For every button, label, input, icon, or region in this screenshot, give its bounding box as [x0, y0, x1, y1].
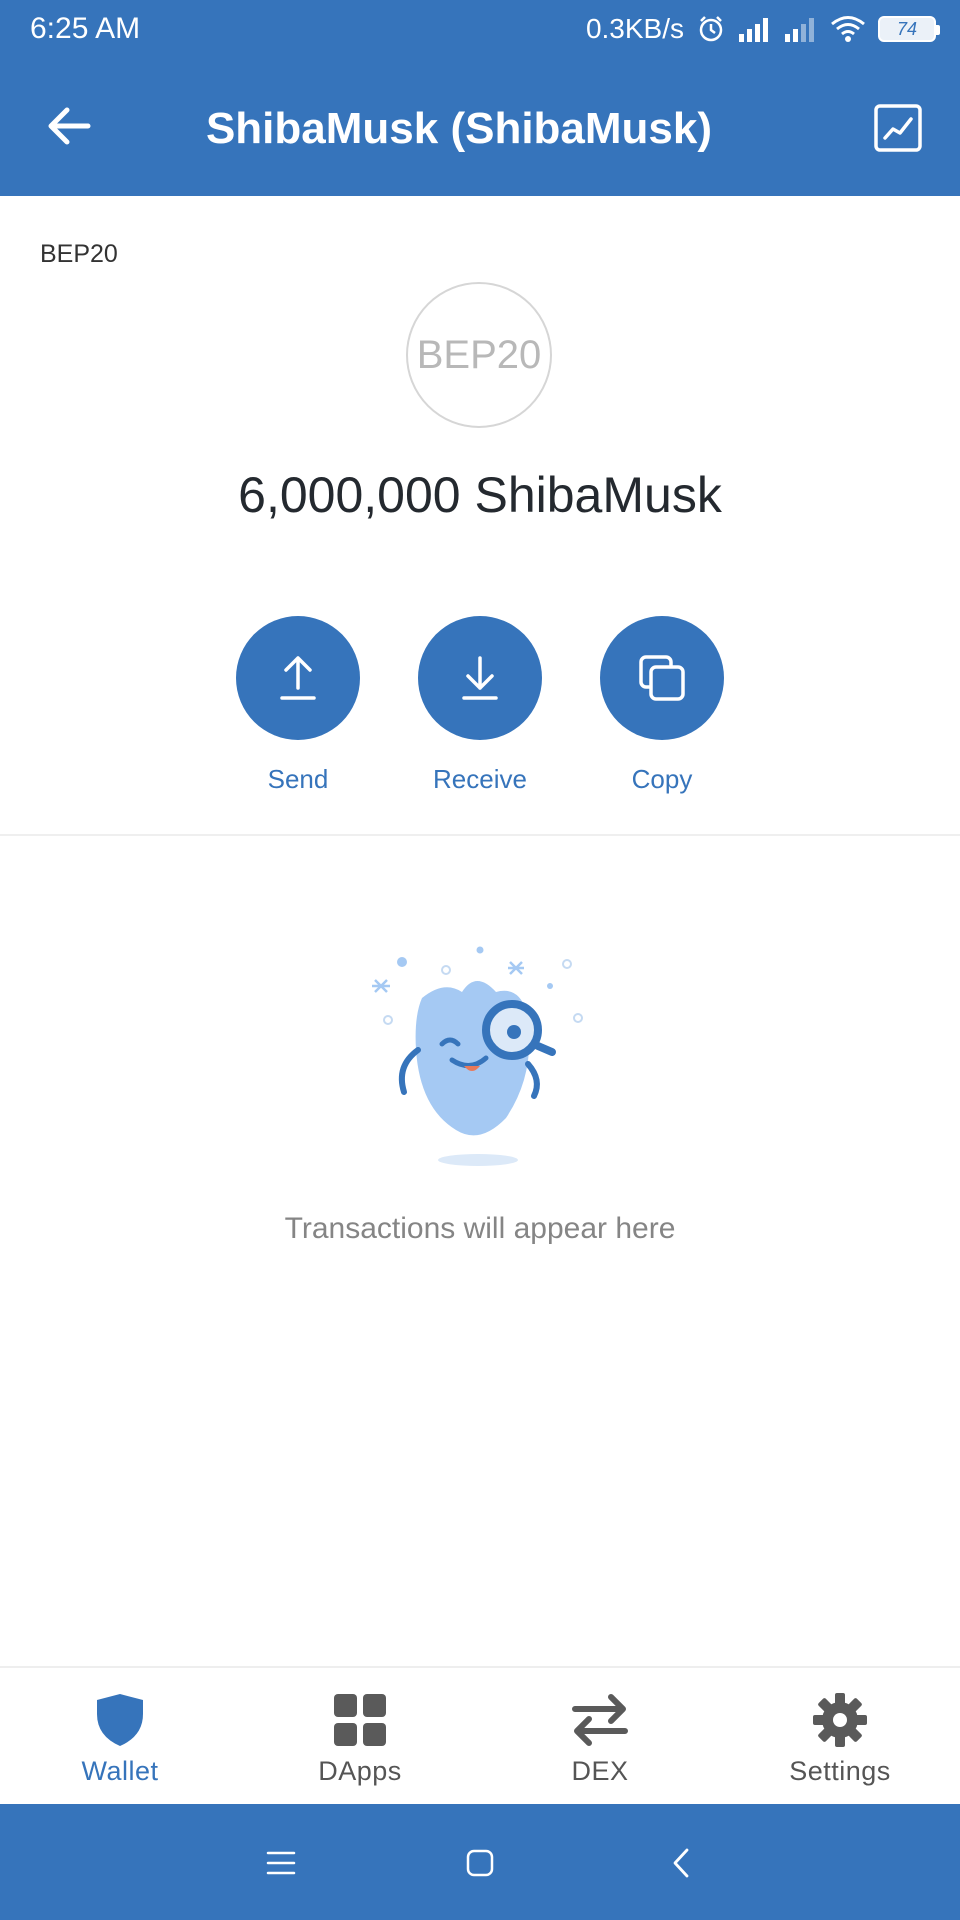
copy-button[interactable]: Copy: [582, 616, 742, 795]
system-nav-bar: [0, 1804, 960, 1920]
receive-button[interactable]: Receive: [400, 616, 560, 795]
status-indicators: 0.3KB/s 74: [585, 10, 940, 48]
signal-icon: [738, 16, 772, 42]
mascot-magnifier-illustration: [360, 940, 590, 1170]
copy-icon: [639, 655, 685, 701]
receive-circle[interactable]: [418, 616, 542, 740]
menu-button[interactable]: [256, 1838, 306, 1888]
gear-icon: [810, 1690, 870, 1750]
upload-icon: [280, 656, 316, 700]
bottom-nav: Wallet DApps DEX Settings: [0, 1666, 960, 1804]
section-divider: [0, 834, 960, 836]
nav-dapps-label: DApps: [318, 1756, 402, 1786]
alarm-icon: [696, 14, 726, 44]
network-speed: 0.3KB/s: [585, 13, 684, 44]
grid-icon: [330, 1690, 390, 1750]
nav-settings-label: Settings: [789, 1756, 891, 1786]
app-bar: ShibaMusk (ShibaMusk): [0, 58, 960, 196]
system-back-button[interactable]: [656, 1838, 706, 1888]
nav-wallet[interactable]: Wallet: [0, 1668, 240, 1806]
nav-dapps[interactable]: DApps: [240, 1668, 480, 1806]
token-logo: BEP20: [406, 282, 552, 428]
receive-label: Receive: [433, 764, 527, 794]
line-chart-icon: [874, 104, 922, 152]
home-button[interactable]: [455, 1838, 505, 1888]
status-time: 6:25 AM: [30, 12, 141, 45]
send-circle[interactable]: [236, 616, 360, 740]
send-label: Send: [267, 764, 329, 794]
copy-label: Copy: [631, 764, 693, 794]
download-icon: [462, 656, 498, 700]
menu-icon: [266, 1851, 296, 1875]
nav-settings[interactable]: Settings: [720, 1668, 960, 1806]
status-bar: 6:25 AM 0.3KB/s 74: [0, 0, 960, 58]
empty-state-message: Transactions will appear here: [284, 1212, 676, 1245]
send-button[interactable]: Send: [218, 616, 378, 795]
price-chart-button[interactable]: [872, 102, 924, 154]
network-label: BEP20: [40, 240, 118, 268]
home-icon: [466, 1849, 494, 1877]
signal-icon: [784, 16, 818, 42]
nav-wallet-label: Wallet: [81, 1756, 159, 1786]
wifi-icon: [830, 15, 866, 43]
battery-icon: 74: [878, 16, 940, 42]
shield-icon: [90, 1690, 150, 1750]
page-title: ShibaMusk (ShibaMusk): [205, 104, 713, 153]
action-row: Send Receive Copy: [0, 616, 960, 796]
back-icon: [673, 1848, 689, 1878]
copy-circle[interactable]: [600, 616, 724, 740]
nav-dex-label: DEX: [571, 1756, 629, 1786]
nav-dex[interactable]: DEX: [480, 1668, 720, 1806]
token-balance: 6,000,000 ShibaMusk: [238, 467, 722, 523]
swap-arrows-icon: [570, 1690, 630, 1750]
